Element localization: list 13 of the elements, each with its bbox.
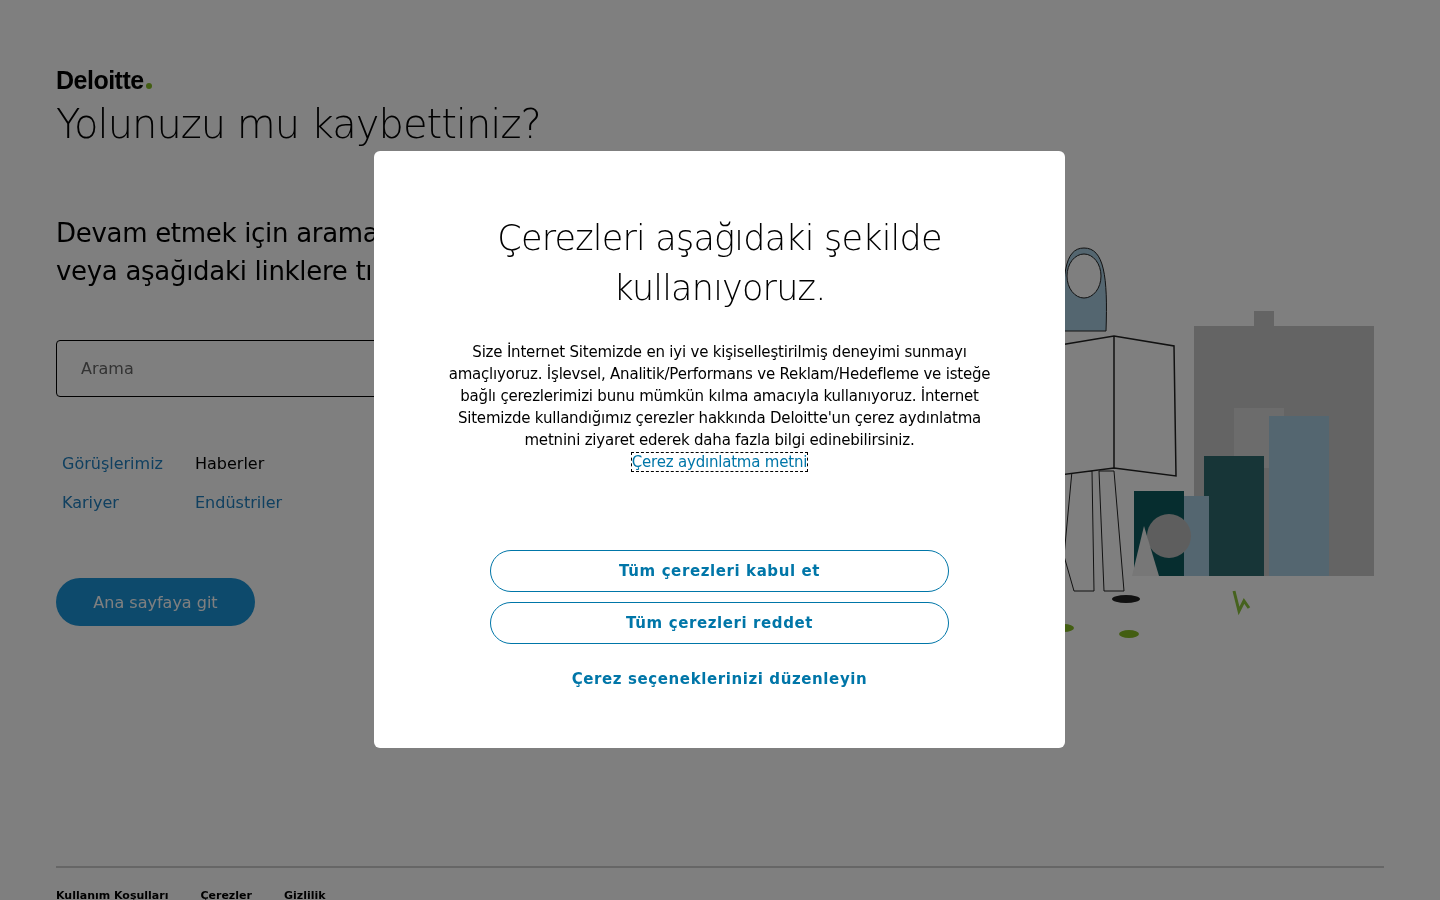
footer-link[interactable]: Gizlilik — [283, 890, 326, 900]
nav-link[interactable]: Haberler — [195, 453, 265, 475]
cookie-policy-link[interactable]: Çerez aydınlatma metni — [631, 453, 808, 471]
page-heading: Yolunuzu mu kaybettiniz? — [56, 100, 541, 149]
nav-link[interactable]: Görüşlerimiz — [62, 453, 163, 475]
nav-link[interactable]: Kariyer — [62, 492, 119, 514]
logo[interactable]: Deloitte — [56, 66, 152, 94]
cookie-button[interactable]: Tüm çerezleri kabul et — [490, 550, 949, 592]
settings-link-button[interactable]: Çerez seçeneklerinizi düzenleyin — [563, 666, 876, 692]
nav-link[interactable]: Endüstriler — [195, 492, 283, 514]
intro-text: veya aşağıdaki linklere tı — [56, 255, 373, 288]
dialog-title: Çerezleri aşağıdaki şekilde kullanıyoruz. — [496, 217, 943, 310]
cookie-button[interactable]: Tüm çerezleri reddet — [490, 602, 949, 644]
